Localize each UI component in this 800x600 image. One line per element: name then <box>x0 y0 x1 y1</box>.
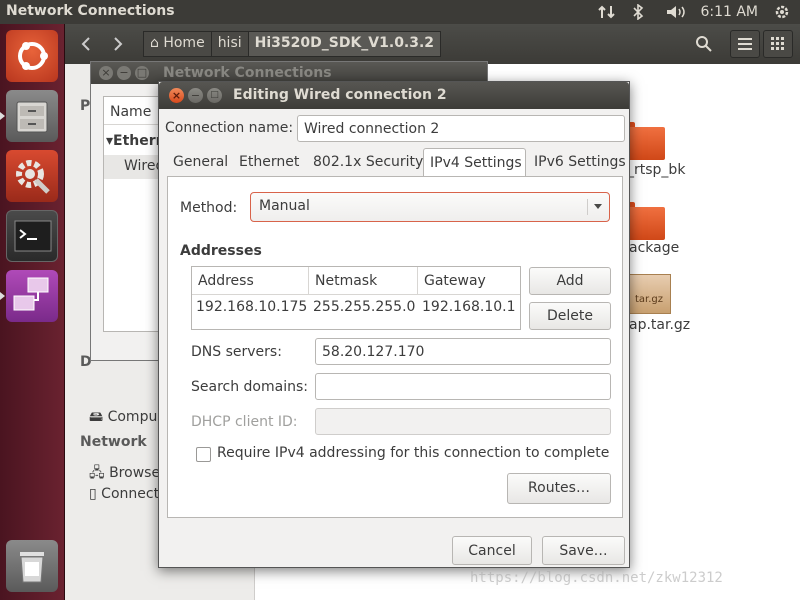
close-icon[interactable]: × <box>99 66 113 80</box>
forward-button[interactable] <box>103 30 133 58</box>
sidebar-item-computer[interactable]: 🖴 Compu <box>89 406 157 430</box>
server-icon: ▯ <box>89 486 97 502</box>
network-manager-icon[interactable] <box>0 270 58 322</box>
terminal-icon[interactable] <box>6 210 58 262</box>
files-toolbar: ⌂ Home hisi Hi3520D_SDK_V1.0.3.2 <box>65 24 800 64</box>
dialog-title: Editing Wired connection 2 <box>233 87 447 103</box>
connection-name-input[interactable] <box>297 115 625 142</box>
dns-servers-label: DNS servers: <box>191 344 282 360</box>
breadcrumb-sdk[interactable]: Hi3520D_SDK_V1.0.3.2 <box>247 31 442 57</box>
editing-dialog: × − □ Editing Wired connection 2 Connect… <box>158 81 630 568</box>
search-domains-input[interactable] <box>315 373 611 400</box>
tab-bar: General Ethernet 802.1x Security IPv4 Se… <box>167 148 626 176</box>
grid-view-icon[interactable] <box>763 30 793 58</box>
launcher <box>0 24 65 600</box>
bluetooth-icon[interactable] <box>632 3 650 21</box>
dhcp-client-id-input <box>315 408 611 435</box>
sidebar-partial-header: P <box>80 98 91 114</box>
sidebar-item-browse-network[interactable]: 🖧 Browse <box>89 462 160 486</box>
ubuntu-dash-icon[interactable] <box>6 30 58 82</box>
ipv4-settings-panel: Method: Manual Addresses Address Netmask… <box>167 176 623 518</box>
sidebar-item-connect-server[interactable]: ▯ Connect <box>89 486 159 502</box>
column-header-gateway[interactable]: Gateway <box>418 267 520 295</box>
maximize-icon[interactable]: □ <box>207 88 222 103</box>
add-button[interactable]: Add <box>529 267 611 295</box>
file-label-package[interactable]: ackage <box>629 240 679 256</box>
table-cell-netmask[interactable]: 255.255.255.0 <box>309 299 419 315</box>
breadcrumb-home[interactable]: ⌂ Home <box>143 31 212 57</box>
file-label-rtsp[interactable]: _rtsp_bk <box>627 162 685 178</box>
method-value: Manual <box>259 198 310 214</box>
active-app-title: Network Connections <box>6 3 175 19</box>
column-header-netmask[interactable]: Netmask <box>309 267 418 295</box>
dns-servers-input[interactable] <box>315 338 611 365</box>
table-cell-gateway[interactable]: 192.168.10.1 <box>418 299 520 315</box>
network-icon: 🖧 <box>89 465 105 481</box>
expander-icon: ▾ <box>106 133 114 149</box>
require-ipv4-checkbox[interactable] <box>196 447 211 462</box>
connection-name-label: Connection name: <box>165 120 294 136</box>
cancel-button[interactable]: Cancel <box>452 536 532 565</box>
menu-icon[interactable] <box>730 30 760 58</box>
indicator-tray: 6:11 AM <box>598 2 792 22</box>
drive-icon: 🖴 <box>89 409 104 425</box>
dialog-titlebar: × − □ Editing Wired connection 2 <box>159 82 629 109</box>
delete-button[interactable]: Delete <box>529 302 611 330</box>
addresses-table: Address Netmask Gateway 192.168.10.175 2… <box>191 266 521 330</box>
file-label-archive[interactable]: ap.tar.gz <box>629 317 690 333</box>
tab-ethernet[interactable]: Ethernet <box>233 150 305 176</box>
system-settings-icon[interactable] <box>6 150 58 202</box>
close-icon[interactable]: × <box>169 88 184 103</box>
dhcp-client-id-label: DHCP client ID: <box>191 414 298 430</box>
tab-general[interactable]: General <box>167 150 234 176</box>
minimize-icon[interactable]: − <box>188 88 203 103</box>
sidebar-network-header: Network <box>80 434 147 450</box>
volume-icon[interactable] <box>666 4 686 20</box>
home-icon: ⌂ <box>150 35 159 51</box>
maximize-icon[interactable]: □ <box>135 66 149 80</box>
top-panel: Network Connections 6:11 AM <box>0 0 800 24</box>
breadcrumb: ⌂ Home hisi Hi3520D_SDK_V1.0.3.2 <box>143 31 442 57</box>
power-gear-icon[interactable] <box>774 4 792 20</box>
addresses-heading: Addresses <box>180 243 262 259</box>
nc-title: Network Connections <box>163 65 332 81</box>
method-select[interactable]: Manual <box>250 192 610 222</box>
watermark: https://blog.csdn.net/zkw12312 <box>470 570 723 586</box>
require-ipv4-label[interactable]: Require IPv4 addressing for this connect… <box>217 445 609 461</box>
tab-ipv6-settings[interactable]: IPv6 Settings <box>528 150 632 176</box>
back-button[interactable] <box>71 30 101 58</box>
routes-button[interactable]: Routes… <box>507 473 611 504</box>
search-icon[interactable] <box>689 30 719 58</box>
tab-8021x-security[interactable]: 802.1x Security <box>307 150 429 176</box>
table-cell-address[interactable]: 192.168.10.175 <box>192 299 311 315</box>
save-button[interactable]: Save… <box>542 536 625 565</box>
method-label: Method: <box>180 200 238 216</box>
files-icon[interactable] <box>0 90 58 142</box>
breadcrumb-hisi[interactable]: hisi <box>210 31 249 57</box>
tab-ipv4-settings[interactable]: IPv4 Settings <box>423 148 526 176</box>
network-arrows-icon[interactable] <box>598 4 616 20</box>
clock[interactable]: 6:11 AM <box>700 4 758 20</box>
column-header-address[interactable]: Address <box>192 267 309 295</box>
trash-icon[interactable] <box>6 540 58 592</box>
minimize-icon[interactable]: − <box>117 66 131 80</box>
archive-icon[interactable]: tar.gz <box>627 274 671 314</box>
chevron-down-icon <box>587 199 603 215</box>
search-domains-label: Search domains: <box>191 379 308 395</box>
